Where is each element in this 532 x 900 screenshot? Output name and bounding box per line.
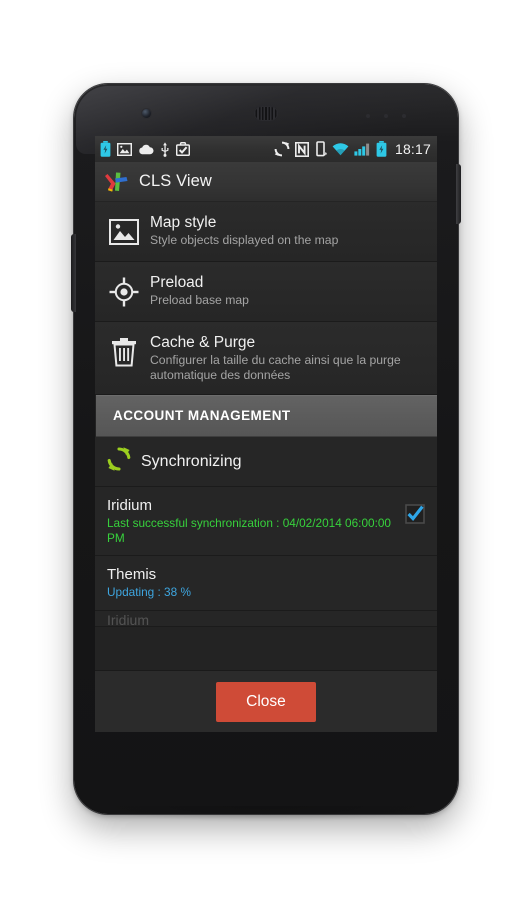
- sync-header-row: Synchronizing: [95, 437, 437, 487]
- usb-icon: [161, 141, 169, 157]
- phone-screen: 18:17 CLS View GENERAL PARAMETERS Config…: [95, 136, 437, 732]
- sync-refresh-icon: [106, 446, 132, 477]
- cls-view-logo-icon: [105, 172, 128, 192]
- account-name: Iridium: [107, 497, 153, 514]
- preference-item-preload[interactable]: Preload Preload base map: [95, 262, 437, 322]
- signal-bars-icon: [354, 143, 370, 156]
- account-row-themis[interactable]: Themis Updating : 38 %: [95, 556, 437, 611]
- preference-title: Cache & Purge: [150, 334, 256, 351]
- action-bar: CLS View: [95, 162, 437, 202]
- volume-button[interactable]: [71, 234, 76, 312]
- nfc-icon: [294, 141, 309, 157]
- account-name: Themis: [107, 566, 157, 583]
- briefcase-check-icon: [176, 142, 190, 156]
- sync-icon: [274, 141, 290, 157]
- wifi-icon: [332, 142, 349, 155]
- vibrate-icon: [316, 141, 327, 157]
- account-row-iridium[interactable]: Iridium Last successful synchronization …: [95, 487, 437, 556]
- preference-title: Preload: [150, 274, 204, 291]
- account-checkbox-themis[interactable]: [404, 572, 426, 594]
- preference-subtitle: Configurer la taille du cache ainsi que …: [150, 353, 401, 382]
- photo-icon: [117, 142, 132, 156]
- status-bar-clock: 18:17: [394, 141, 431, 157]
- account-status: Last successful synchronization : 04/02/…: [107, 516, 391, 545]
- account-checkbox-iridium[interactable]: [404, 503, 426, 525]
- earpiece-speaker: [254, 106, 278, 121]
- section-header-label: ACCOUNT MANAGEMENT: [113, 408, 291, 423]
- preference-item-cache-purge[interactable]: Cache & Purge Configurer la taille du ca…: [95, 322, 437, 395]
- app-title: CLS View: [139, 172, 212, 190]
- proximity-sensors: [366, 114, 406, 118]
- sync-dialog: Map style Style objects displayed on the…: [95, 202, 437, 732]
- image-icon: [106, 214, 142, 250]
- power-button[interactable]: [456, 164, 461, 224]
- status-bar-left-icons: [100, 141, 190, 157]
- dialog-footer: Close: [95, 670, 437, 732]
- status-bar-right-icons: 18:17: [274, 141, 431, 157]
- section-header-account-management: ACCOUNT MANAGEMENT: [96, 395, 437, 437]
- close-button[interactable]: Close: [216, 681, 316, 722]
- battery-charging-icon: [376, 141, 387, 157]
- preference-title: Map style: [150, 214, 217, 231]
- battery-saver-icon: [100, 141, 111, 157]
- cloud-icon: [139, 144, 154, 154]
- account-row-clipped[interactable]: Iridium: [95, 610, 437, 627]
- status-bar: 18:17: [95, 136, 437, 162]
- preference-list: Map style Style objects displayed on the…: [95, 202, 437, 395]
- account-status: Updating : 38 %: [107, 585, 191, 599]
- preference-item-map-style[interactable]: Map style Style objects displayed on the…: [95, 202, 437, 262]
- gps-target-icon: [106, 274, 142, 310]
- phone-device: 18:17 CLS View GENERAL PARAMETERS Config…: [71, 84, 461, 814]
- account-name: Iridium: [107, 611, 150, 627]
- preference-subtitle: Preload base map: [150, 293, 249, 307]
- preference-subtitle: Style objects displayed on the map: [150, 233, 339, 247]
- front-camera: [142, 109, 151, 118]
- trash-icon: [106, 334, 142, 370]
- sync-header-label: Synchronizing: [141, 452, 242, 470]
- content-area: GENERAL PARAMETERS Configuration setting…: [95, 202, 437, 732]
